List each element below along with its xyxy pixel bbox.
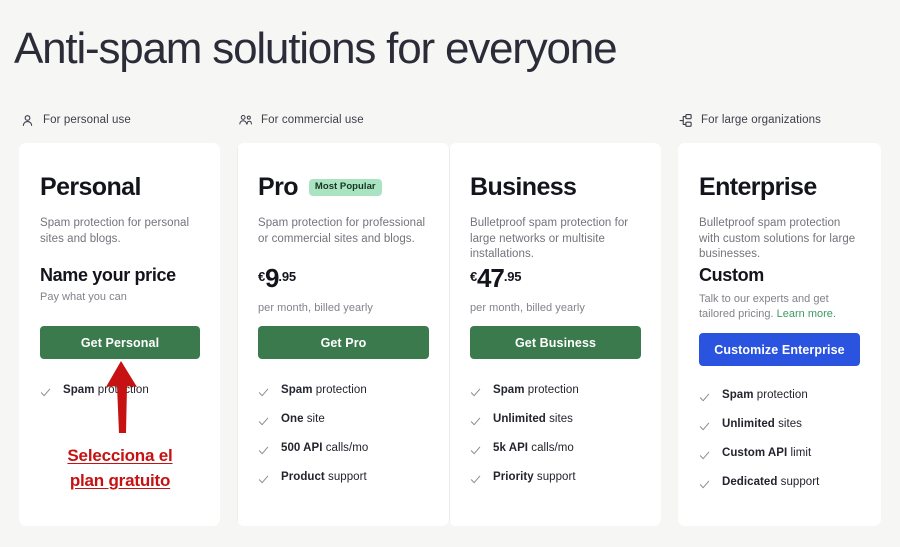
plan-description: Bulletproof spam protection for large ne…	[470, 217, 629, 260]
check-icon	[699, 419, 710, 431]
price-block: Custom Talk to our experts and get tailo…	[699, 265, 860, 322]
plan-description: Bulletproof spam protection with custom …	[699, 217, 856, 260]
feature-label: Spam protection	[63, 384, 149, 396]
price-block: Name your price Pay what you can	[40, 265, 199, 303]
check-icon	[258, 472, 269, 484]
price-line: € 9 .95	[258, 265, 428, 291]
feature-list: Spam protection Unlimited sites 5k API c…	[470, 383, 647, 499]
price-block: € 9 .95 per month, billed yearly	[258, 265, 428, 314]
card-divider	[237, 143, 238, 526]
price-block: € 47 .95 per month, billed yearly	[470, 265, 640, 314]
feature-label: 5k API calls/mo	[493, 442, 574, 454]
plan-name: Pro	[258, 173, 298, 201]
list-item: Spam protection	[699, 388, 867, 417]
list-item: Unlimited sites	[699, 417, 867, 446]
feature-label: One site	[281, 413, 325, 425]
feature-label: 500 API calls/mo	[281, 442, 369, 454]
list-item: Dedicated support	[699, 475, 867, 504]
price-amount: 47	[476, 263, 505, 293]
list-item: Priority support	[470, 470, 647, 499]
plan-card-personal: Personal Spam protection for personal si…	[19, 143, 220, 526]
plan-name-row: Personal	[40, 172, 199, 203]
check-icon	[258, 414, 269, 426]
segment-label-row: For personal use For commercial use For …	[0, 111, 900, 131]
check-icon	[470, 443, 481, 455]
list-item: 5k API calls/mo	[470, 441, 647, 470]
check-icon	[470, 414, 481, 426]
currency-symbol: €	[258, 269, 265, 284]
pricing-cards: Personal Spam protection for personal si…	[0, 143, 900, 526]
list-item: Spam protection	[258, 383, 435, 412]
feature-list: Spam protection	[40, 383, 206, 412]
plan-name: Personal	[40, 173, 141, 201]
feature-label: Spam protection	[493, 384, 579, 396]
feature-label: Unlimited sites	[493, 413, 573, 425]
price-cents: .95	[503, 269, 522, 284]
list-item: One site	[258, 412, 435, 441]
segment-commercial-label: For commercial use	[261, 114, 364, 126]
list-item: 500 API calls/mo	[258, 441, 435, 470]
price-subtext: per month, billed yearly	[258, 302, 373, 314]
price-amount: 9	[264, 263, 280, 293]
card-divider	[449, 143, 450, 526]
get-pro-button[interactable]: Get Pro	[258, 326, 429, 359]
price-headline: Name your price	[40, 265, 176, 285]
learn-more-link[interactable]: Learn more.	[777, 308, 836, 320]
most-popular-badge: Most Popular	[308, 179, 382, 196]
plan-card-pro: Pro Most Popular Spam protection for pro…	[237, 143, 449, 526]
user-icon	[20, 113, 35, 128]
check-icon	[699, 477, 710, 489]
price-subtext: Talk to our experts and get tailored pri…	[699, 293, 836, 320]
list-item: Spam protection	[40, 383, 206, 412]
check-icon	[40, 385, 51, 397]
plan-name-row: Pro Most Popular	[258, 172, 428, 203]
feature-list: Spam protection Unlimited sites Custom A…	[699, 388, 867, 504]
check-icon	[258, 443, 269, 455]
list-item: Product support	[258, 470, 435, 499]
plan-name: Business	[470, 173, 577, 201]
price-subtext: Pay what you can	[40, 291, 127, 303]
check-icon	[258, 385, 269, 397]
segment-personal: For personal use	[20, 111, 131, 129]
get-personal-button[interactable]: Get Personal	[40, 326, 200, 359]
feature-label: Product support	[281, 471, 367, 483]
feature-label: Custom API limit	[722, 447, 812, 459]
price-line: € 47 .95	[470, 265, 640, 291]
get-business-button[interactable]: Get Business	[470, 326, 641, 359]
plan-name: Enterprise	[699, 173, 817, 201]
org-chart-icon	[678, 113, 693, 128]
list-item: Spam protection	[470, 383, 647, 412]
plan-card-business: Business Bulletproof spam protection for…	[449, 143, 661, 526]
feature-label: Spam protection	[722, 389, 808, 401]
segment-commercial: For commercial use	[238, 111, 364, 129]
plan-name-row: Enterprise	[699, 172, 860, 203]
feature-label: Unlimited sites	[722, 418, 802, 430]
check-icon	[470, 385, 481, 397]
check-icon	[699, 390, 710, 402]
currency-symbol: €	[470, 269, 477, 284]
feature-label: Dedicated support	[722, 476, 820, 488]
check-icon	[470, 472, 481, 484]
price-headline: Custom	[699, 265, 764, 285]
check-icon	[699, 448, 710, 460]
users-icon	[238, 113, 253, 128]
page-title: Anti-spam solutions for everyone	[14, 24, 618, 73]
segment-large-label: For large organizations	[701, 114, 821, 126]
segment-personal-label: For personal use	[43, 114, 131, 126]
plan-description: Spam protection for personal sites and b…	[40, 217, 190, 245]
segment-large-organizations: For large organizations	[678, 111, 821, 129]
plan-name-row: Business	[470, 172, 640, 203]
price-subtext: per month, billed yearly	[470, 302, 585, 314]
list-item: Custom API limit	[699, 446, 867, 475]
feature-list: Spam protection One site 500 API calls/m…	[258, 383, 435, 499]
customize-enterprise-button[interactable]: Customize Enterprise	[699, 333, 860, 366]
feature-label: Priority support	[493, 471, 576, 483]
plan-card-enterprise: Enterprise Bulletproof spam protection w…	[678, 143, 881, 526]
price-cents: .95	[278, 269, 296, 284]
plan-description: Spam protection for professional or comm…	[258, 217, 426, 245]
feature-label: Spam protection	[281, 384, 367, 396]
list-item: Unlimited sites	[470, 412, 647, 441]
